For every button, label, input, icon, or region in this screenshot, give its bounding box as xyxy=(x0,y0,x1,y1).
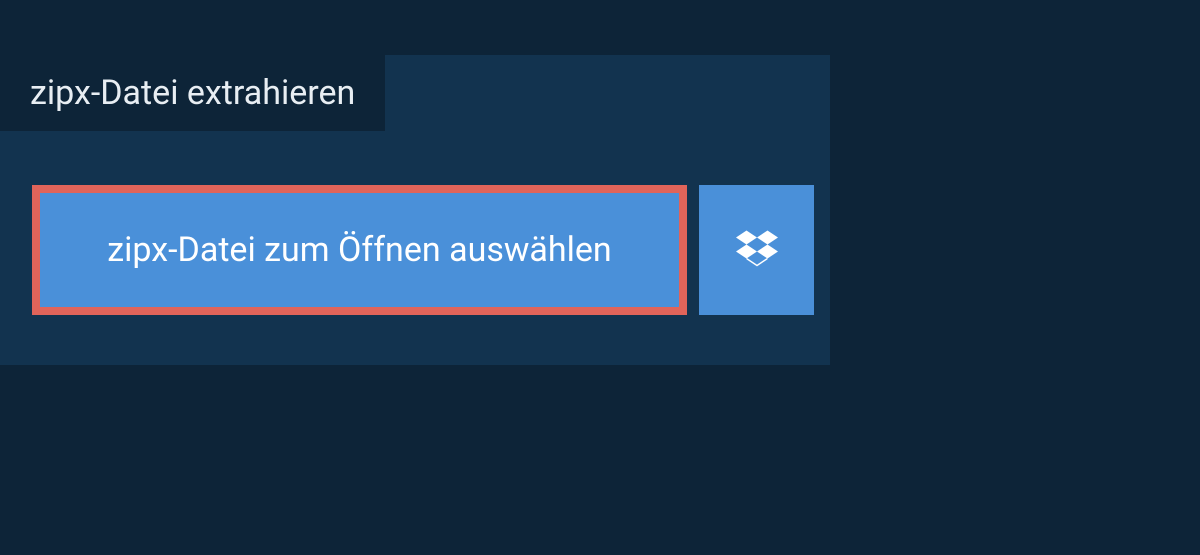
tab-extract[interactable]: zipx-Datei extrahieren xyxy=(0,55,385,131)
tab-label: zipx-Datei extrahieren xyxy=(30,73,355,113)
select-file-button[interactable]: zipx-Datei zum Öffnen auswählen xyxy=(32,185,687,315)
select-file-label: zipx-Datei zum Öffnen auswählen xyxy=(107,230,611,270)
dropbox-icon xyxy=(736,227,778,273)
button-row: zipx-Datei zum Öffnen auswählen xyxy=(32,185,814,315)
dropbox-button[interactable] xyxy=(699,185,814,315)
extract-panel: zipx-Datei extrahieren zipx-Datei zum Öf… xyxy=(0,55,830,365)
